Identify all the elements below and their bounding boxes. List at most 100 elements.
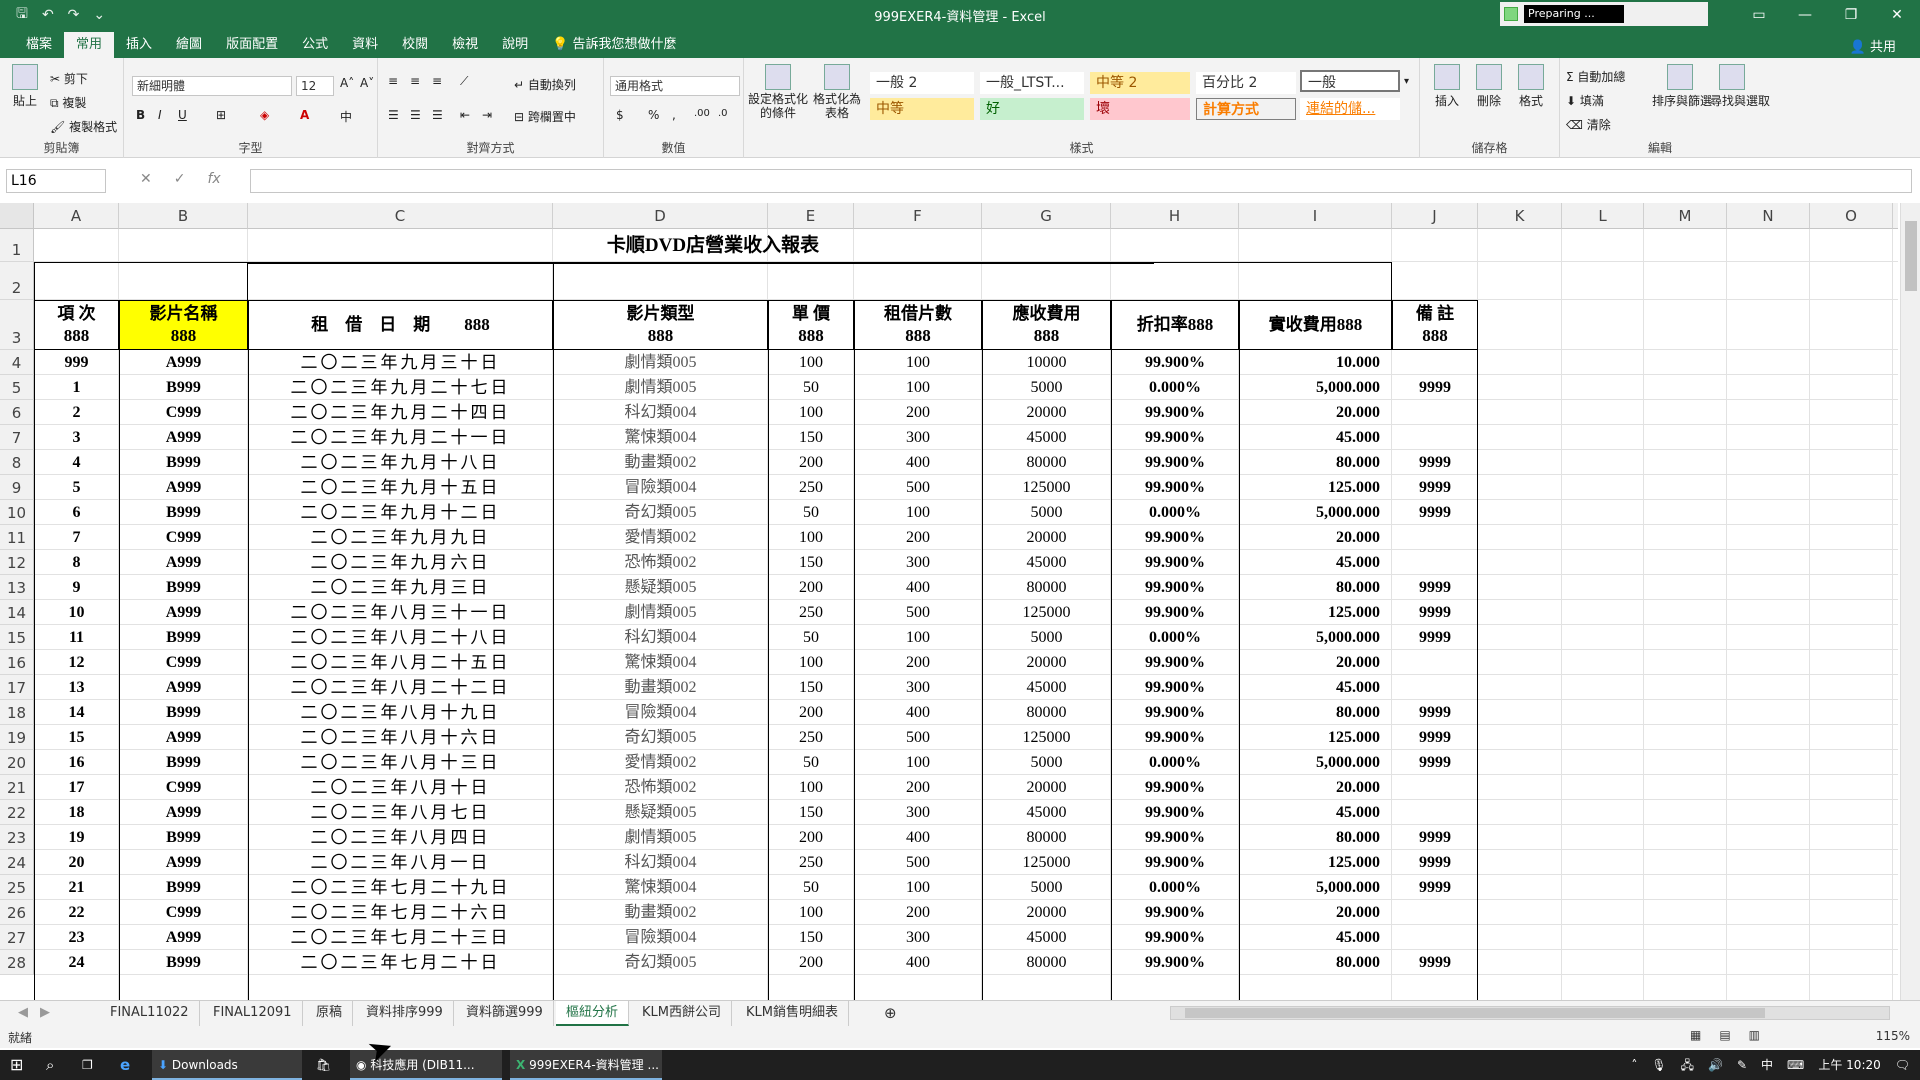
input-language[interactable]: 中 xyxy=(1761,1050,1773,1080)
column-header-G[interactable]: G xyxy=(982,203,1111,229)
pen-icon[interactable]: ✎ xyxy=(1737,1050,1747,1080)
tab-page-layout[interactable]: 版面配置 xyxy=(214,32,290,58)
table-cell[interactable]: 驚悚類004 xyxy=(553,425,768,450)
table-cell[interactable]: 5000 xyxy=(982,375,1111,400)
table-cell[interactable]: 二〇二三年九月十五日 xyxy=(248,475,553,500)
horizontal-scrollbar[interactable] xyxy=(1170,1006,1890,1020)
table-cell[interactable]: 125.000 xyxy=(1239,600,1392,625)
table-cell[interactable]: 50 xyxy=(768,750,854,775)
table-cell[interactable]: 9999 xyxy=(1392,725,1478,750)
table-cell[interactable]: 125000 xyxy=(982,475,1111,500)
header-cell-G[interactable]: 應收費用 888 xyxy=(982,300,1111,350)
table-cell[interactable]: 二〇二三年八月二十二日 xyxy=(248,675,553,700)
shrink-font-icon[interactable]: A˅ xyxy=(360,76,374,90)
table-cell[interactable]: 17 xyxy=(34,775,119,800)
close-button[interactable]: ✕ xyxy=(1874,0,1920,30)
table-cell[interactable]: 二〇二三年九月六日 xyxy=(248,550,553,575)
align-middle-icon[interactable]: ≡ xyxy=(410,74,420,88)
table-cell[interactable]: 二〇二三年八月一日 xyxy=(248,850,553,875)
style-bad[interactable]: 壞 xyxy=(1090,98,1190,120)
table-cell[interactable]: 0.000% xyxy=(1111,875,1239,900)
format-as-table-button[interactable]: 格式化為表格 xyxy=(812,64,862,120)
table-cell[interactable]: 99.900% xyxy=(1111,950,1239,975)
sort-filter-button[interactable]: 排序與篩選 xyxy=(1652,64,1712,109)
table-cell[interactable]: 9999 xyxy=(1392,625,1478,650)
table-cell[interactable]: 300 xyxy=(854,800,982,825)
column-header-N[interactable]: N xyxy=(1727,203,1810,229)
table-cell[interactable]: 80000 xyxy=(982,825,1111,850)
table-cell[interactable]: 150 xyxy=(768,800,854,825)
column-header-J[interactable]: J xyxy=(1392,203,1478,229)
table-cell[interactable]: 9999 xyxy=(1392,600,1478,625)
find-select-button[interactable]: 尋找與選取 xyxy=(1710,64,1770,109)
notification-icon[interactable]: 🗨 xyxy=(1895,1050,1910,1080)
column-header-D[interactable]: D xyxy=(553,203,768,229)
report-title[interactable]: 卡順DVD店營業收入報表 xyxy=(34,229,1392,263)
format-painter-button[interactable]: 🖌 複製格式 xyxy=(50,118,117,135)
tab-insert[interactable]: 插入 xyxy=(114,32,164,58)
align-right-icon[interactable]: ☰ xyxy=(432,108,443,122)
row-header[interactable]: 25 xyxy=(0,875,34,900)
table-cell[interactable]: 恐怖類002 xyxy=(553,775,768,800)
table-cell[interactable]: 125000 xyxy=(982,850,1111,875)
table-cell[interactable]: 80000 xyxy=(982,575,1111,600)
sheet-tab-pivot[interactable]: 樞紐分析 xyxy=(556,1001,630,1026)
row-header[interactable]: 6 xyxy=(0,400,34,425)
table-cell[interactable]: B999 xyxy=(119,500,248,525)
table-cell[interactable]: 500 xyxy=(854,725,982,750)
table-cell[interactable]: B999 xyxy=(119,950,248,975)
table-cell[interactable]: 二〇二三年七月二十日 xyxy=(248,950,553,975)
table-cell[interactable]: B999 xyxy=(119,450,248,475)
table-cell[interactable]: 20 xyxy=(34,850,119,875)
normal-view-icon[interactable]: ▦ xyxy=(1690,1028,1701,1042)
table-cell[interactable]: 400 xyxy=(854,950,982,975)
column-header-F[interactable]: F xyxy=(854,203,982,229)
sheet-tab-klm-sales[interactable]: KLM銷售明細表 xyxy=(736,1001,849,1026)
row-header[interactable]: 5 xyxy=(0,375,34,400)
table-cell[interactable]: 劇情類005 xyxy=(553,825,768,850)
align-top-icon[interactable]: ≡ xyxy=(388,74,398,88)
table-cell[interactable]: 45000 xyxy=(982,425,1111,450)
table-cell[interactable]: A999 xyxy=(119,350,248,375)
table-cell[interactable]: 二〇二三年七月二十六日 xyxy=(248,900,553,925)
table-cell[interactable]: 6 xyxy=(34,500,119,525)
table-cell[interactable]: 100 xyxy=(854,375,982,400)
table-cell[interactable]: 200 xyxy=(854,900,982,925)
style-good[interactable]: 好 xyxy=(980,98,1084,120)
restore-button[interactable]: ❐ xyxy=(1828,0,1874,30)
table-cell[interactable]: 100 xyxy=(854,350,982,375)
table-cell[interactable]: 99.900% xyxy=(1111,725,1239,750)
row-header[interactable]: 27 xyxy=(0,925,34,950)
minimize-button[interactable]: — xyxy=(1782,0,1828,30)
vertical-scroll-thumb[interactable] xyxy=(1905,221,1917,291)
taskbar-excel[interactable]: X 999EXER4-資料管理 ... xyxy=(510,1050,662,1080)
table-cell[interactable]: 11 xyxy=(34,625,119,650)
table-cell[interactable]: 99.900% xyxy=(1111,600,1239,625)
column-header-O[interactable]: O xyxy=(1810,203,1893,229)
table-cell[interactable]: 99.900% xyxy=(1111,775,1239,800)
table-cell[interactable]: 20.000 xyxy=(1239,775,1392,800)
table-cell[interactable]: 200 xyxy=(768,950,854,975)
table-cell[interactable]: C999 xyxy=(119,400,248,425)
row-header[interactable]: 20 xyxy=(0,750,34,775)
row-header[interactable]: 22 xyxy=(0,800,34,825)
table-cell[interactable]: C999 xyxy=(119,650,248,675)
table-cell[interactable]: 100 xyxy=(768,400,854,425)
table-cell[interactable]: 100 xyxy=(768,650,854,675)
tab-file[interactable]: 檔案 xyxy=(14,32,64,58)
table-cell[interactable] xyxy=(1392,425,1478,450)
table-cell[interactable]: 科幻類004 xyxy=(553,625,768,650)
table-cell[interactable]: 100 xyxy=(768,525,854,550)
table-cell[interactable]: A999 xyxy=(119,725,248,750)
table-cell[interactable]: 100 xyxy=(854,625,982,650)
table-cell[interactable]: 二〇二三年八月十日 xyxy=(248,775,553,800)
table-cell[interactable]: 5000 xyxy=(982,625,1111,650)
table-cell[interactable]: 200 xyxy=(854,650,982,675)
table-cell[interactable]: 懸疑類005 xyxy=(553,575,768,600)
save-icon[interactable]: 🖫 xyxy=(16,3,28,27)
sheet-tab-sort999[interactable]: 資料排序999 xyxy=(356,1001,454,1026)
table-cell[interactable]: 99.900% xyxy=(1111,850,1239,875)
redo-icon[interactable]: ↷ xyxy=(68,7,80,23)
grow-font-icon[interactable]: A˄ xyxy=(340,76,354,90)
table-cell[interactable]: A999 xyxy=(119,800,248,825)
